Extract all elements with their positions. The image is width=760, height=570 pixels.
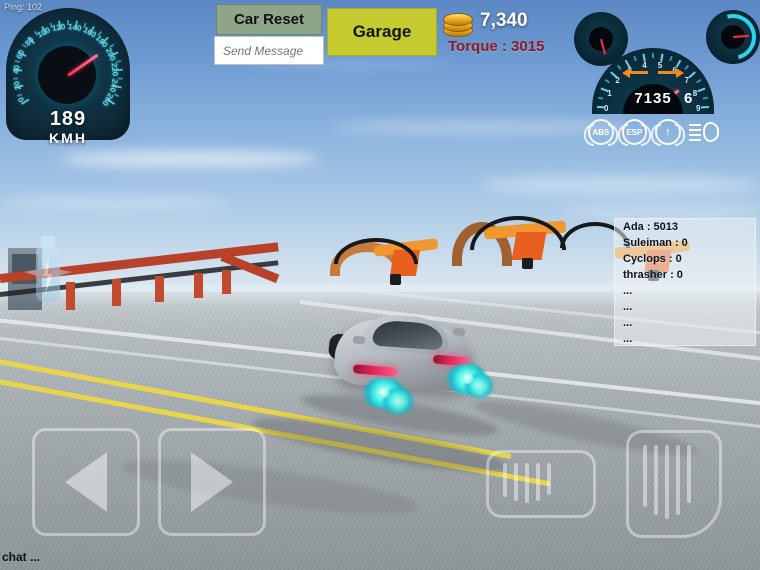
speedometer-tick-label: 220 (109, 62, 120, 77)
speedometer-tick-label: 260 (100, 91, 115, 108)
speedometer-tick-minor (13, 77, 19, 80)
gas-pedal-button[interactable] (626, 430, 722, 538)
player-car (325, 300, 495, 414)
speedometer-tick-minor (14, 59, 20, 64)
brake-warning-icon: ! (651, 119, 685, 146)
steer-right-button[interactable] (158, 428, 266, 536)
abs-icon: ABS (584, 119, 618, 146)
tachometer-tick-label: 2 (615, 75, 620, 85)
aux-gauge-right (701, 5, 760, 69)
speedometer-tick-label: 40 (11, 64, 22, 75)
tachometer-tick-minor (616, 64, 622, 71)
speedometer-tick-label: 60 (14, 48, 27, 61)
arrow-left-icon (65, 452, 107, 512)
tachometer-tick (688, 71, 696, 79)
leaderboard-row: ... (623, 317, 633, 329)
tachometer-tick-minor (633, 55, 637, 62)
speedometer-tick-label: 120 (51, 21, 67, 33)
speedometer: 0 20 40 60 80 100 120 140 160 180 200 220 240 260 189… (6, 8, 130, 146)
leaderboard-panel: Ada : 5013 Suleiman : 0 Cyclops : 0 thrashe… (614, 218, 756, 346)
chat-label: chat ... (2, 550, 41, 564)
arrow-right-icon (191, 452, 233, 512)
coin-icon (441, 10, 475, 40)
rpm-value: 7135 (634, 90, 672, 107)
tachometer-tick-minor (604, 79, 610, 84)
side-mirror (352, 335, 366, 345)
brake-pedal-button[interactable] (486, 450, 596, 518)
leaderboard-row: ... (623, 301, 633, 313)
ping-label: Ping: 102 (4, 2, 43, 12)
steer-left-button[interactable] (32, 428, 140, 536)
tachometer-tick-minor (669, 55, 673, 62)
shift-arrows (622, 66, 684, 78)
cloud (480, 175, 760, 195)
speed-unit: KMH (49, 130, 87, 146)
tachometer-tick-minor (684, 64, 690, 71)
cloud (0, 196, 230, 210)
esp-icon: ESP (617, 119, 651, 146)
speedometer-tick-label: 140 (67, 21, 82, 33)
indicator-lamp-row: ABS ESP ! (584, 118, 719, 146)
car-reset-button[interactable]: Car Reset (216, 4, 322, 35)
headlight-icon (688, 120, 719, 144)
leaderboard-row: ... (623, 333, 633, 345)
leaderboard-row: Suleiman : 0 (623, 237, 688, 249)
nitro-boost-icon (24, 232, 72, 312)
arrow-right-icon (658, 67, 684, 78)
speedometer-tick-label: 20 (12, 80, 24, 91)
tachometer-tick-label: 7 (684, 75, 690, 85)
cloud (60, 150, 320, 168)
arrow-left-icon (622, 67, 648, 78)
leaderboard-row: Ada : 5013 (623, 221, 679, 233)
nitro-flame-core (375, 386, 391, 398)
game-viewport: Ping: 102 0 20 40 60 80 100 120 140 160 180 200 220… (0, 0, 760, 570)
speedometer-tick-label: 240 (107, 77, 120, 94)
speedometer-tick-label: 100 (36, 25, 53, 40)
nitro-flame-core (459, 372, 475, 384)
leaderboard-row: Cyclops : 0 (623, 253, 682, 265)
speed-value: 189 (49, 108, 87, 130)
leaderboard-row: ... (623, 285, 633, 297)
gear-value: 6 (684, 90, 693, 107)
leaderboard-row: thrasher : 0 (623, 269, 683, 281)
torque-value: Torque : 3015 (448, 38, 545, 55)
coin-balance: 7,340 (480, 10, 528, 31)
send-message-input[interactable] (214, 36, 324, 65)
tachometer-tick-minor (696, 79, 702, 84)
tachometer-tick-minor (652, 53, 654, 58)
side-mirror (452, 327, 466, 337)
garage-button[interactable]: Garage (327, 8, 437, 56)
